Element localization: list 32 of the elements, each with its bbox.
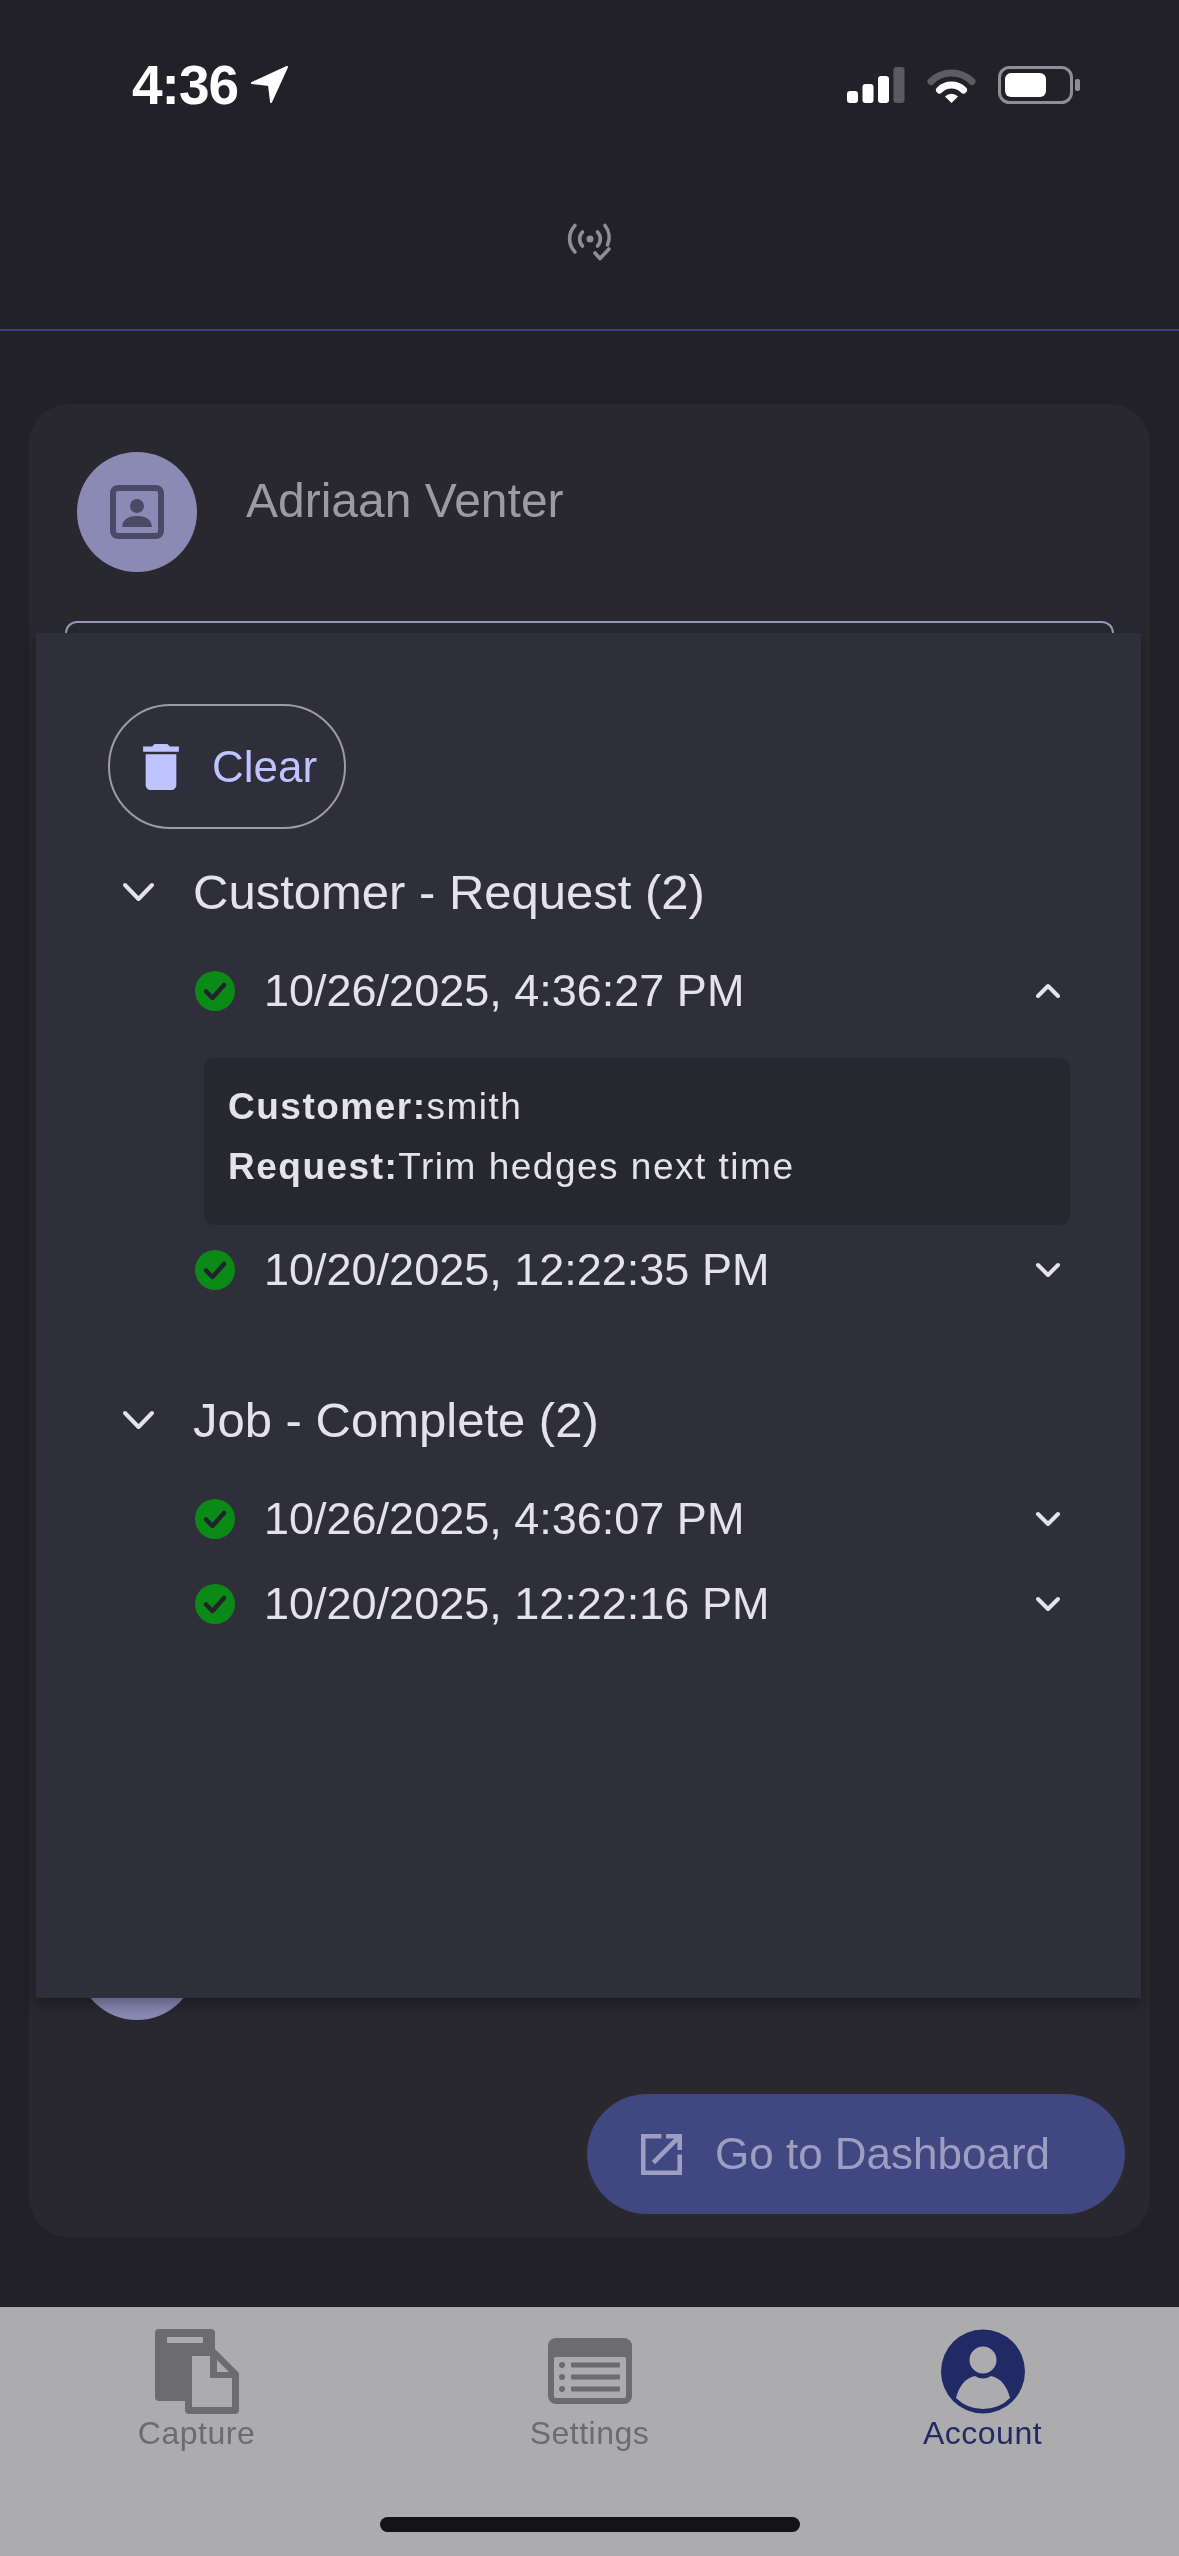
chevron-down-icon[interactable]	[1035, 1510, 1061, 1527]
location-arrow-icon	[250, 66, 290, 104]
check-circle-icon	[195, 1249, 235, 1290]
person-circle-icon	[940, 2328, 1025, 2414]
group-title[interactable]: Job - Complete (2)	[193, 1392, 599, 1448]
check-circle-icon	[195, 1498, 235, 1539]
detail-text: Request:Trim hedges next time	[228, 1145, 795, 1189]
tab-button[interactable]: Account	[922, 2327, 1043, 2455]
timestamp-text: 10/20/2025, 12:22:16 PM	[264, 1577, 770, 1630]
chevron-up-icon[interactable]	[1035, 982, 1061, 999]
timestamp-text: 10/20/2025, 12:22:35 PM	[264, 1243, 770, 1296]
signal-icon	[847, 67, 905, 103]
dashboard-button[interactable]: Go to Dashboard	[587, 2094, 1125, 2214]
chevron-down-icon[interactable]	[1035, 1261, 1061, 1278]
external-link-icon	[641, 2133, 682, 2175]
chevron-down-icon[interactable]	[1035, 1595, 1061, 1612]
chevron-down-icon[interactable]	[122, 882, 155, 902]
timestamp-text: 10/26/2025, 4:36:27 PM	[264, 964, 745, 1017]
timestamp-text: 10/26/2025, 4:36:07 PM	[264, 1492, 745, 1545]
avatar-icon	[77, 452, 197, 572]
user-name: Adriaan Venter	[246, 472, 564, 528]
clear-button[interactable]: Clear	[108, 704, 346, 829]
detail-text: Customer:smith	[228, 1085, 523, 1129]
check-circle-icon	[195, 1583, 235, 1624]
list-card-icon	[547, 2338, 632, 2404]
battery-icon	[998, 66, 1081, 104]
documents-icon	[154, 2328, 239, 2414]
trash-icon	[143, 743, 179, 790]
chevron-down-icon[interactable]	[122, 1410, 155, 1430]
status-time: 4:36	[132, 55, 239, 115]
check-circle-icon	[195, 970, 235, 1011]
group-title[interactable]: Customer - Request (2)	[193, 864, 705, 920]
